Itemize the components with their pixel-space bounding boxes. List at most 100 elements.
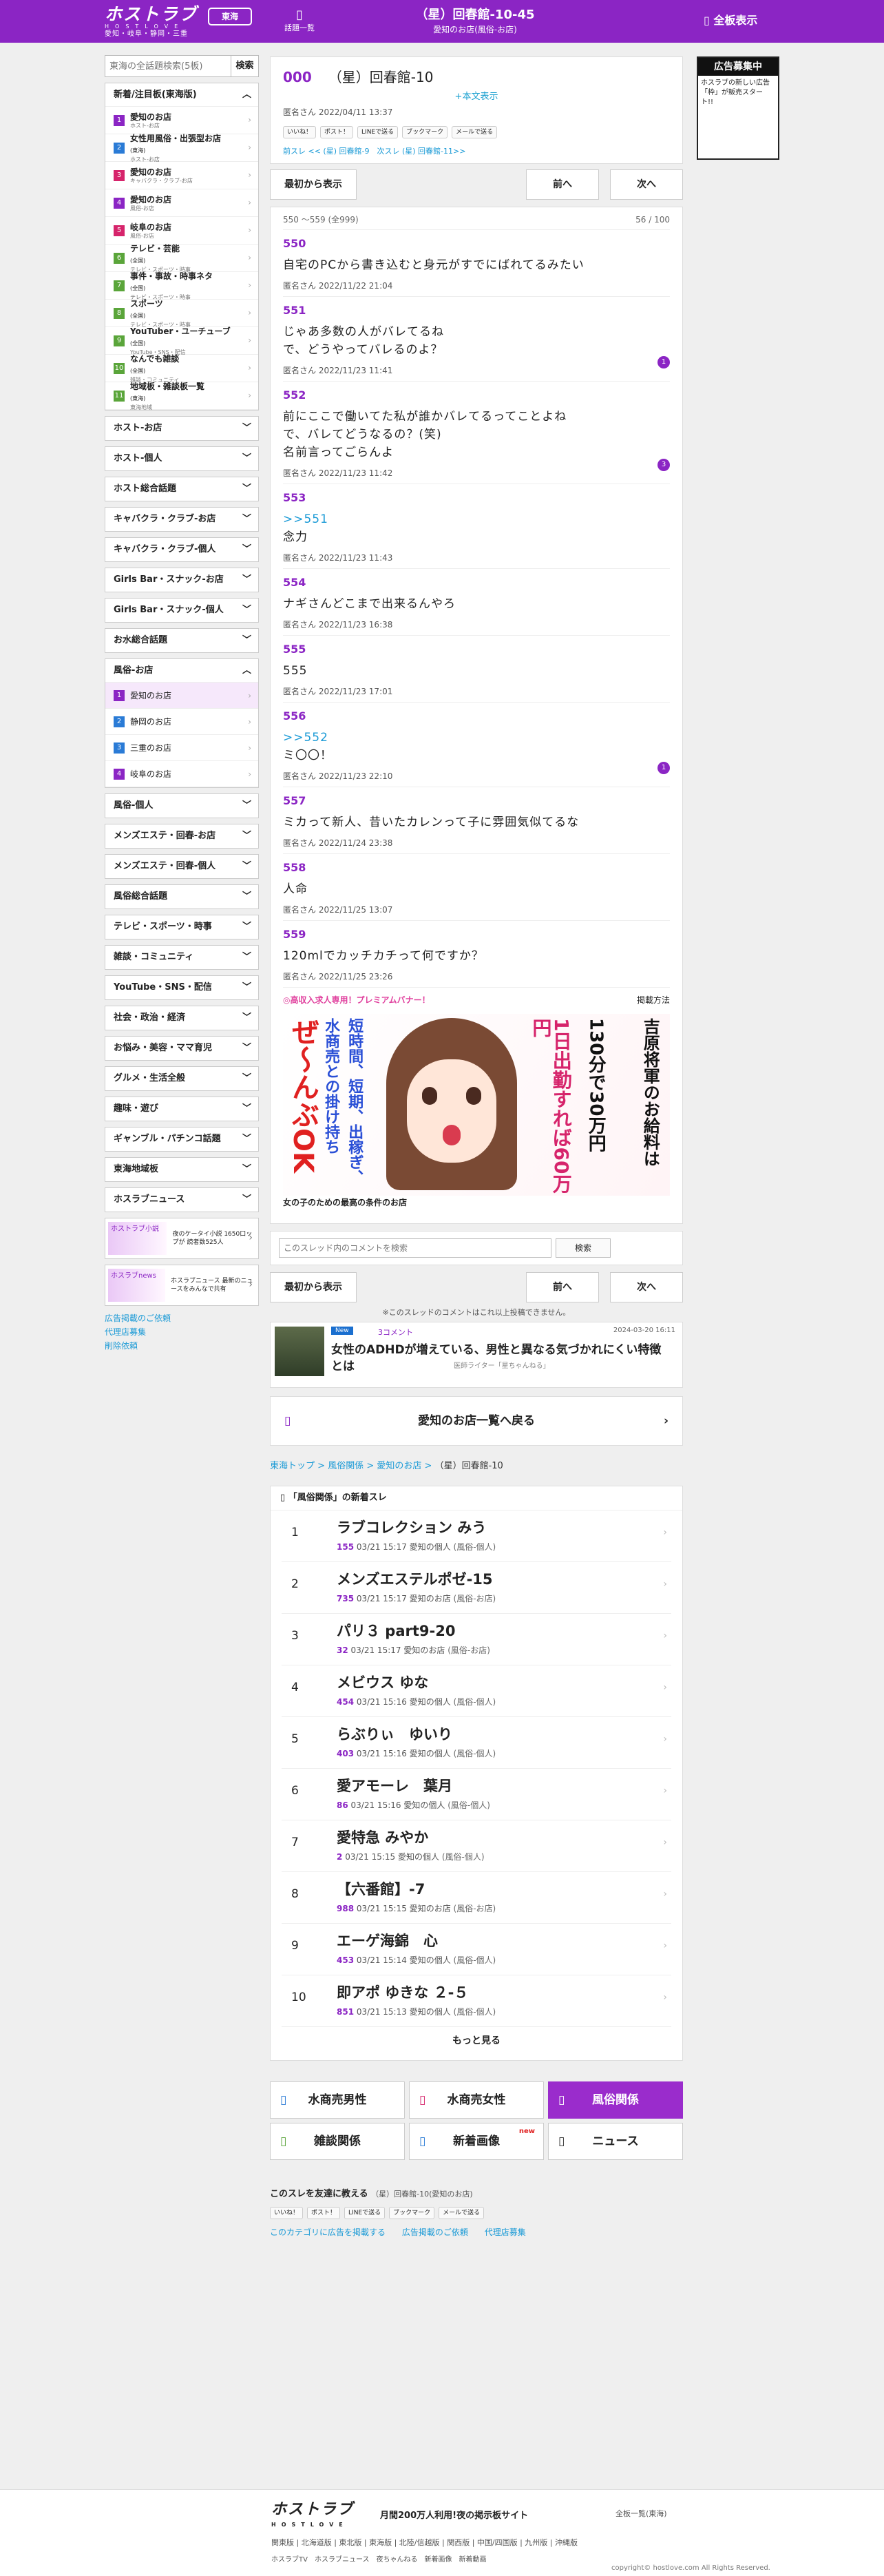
- reply-count-badge[interactable]: 1: [657, 356, 670, 368]
- ranking-item[interactable]: 9 エーゲ海錦 心 453 03/21 15:14 愛知の個人 (風俗-個人) ›: [282, 1924, 671, 1975]
- sidebar-item[interactable]: 9 YouTuber・ユーチューブ (全国) YouTube・SNS・配信 ›: [105, 326, 258, 355]
- post-number[interactable]: 557: [283, 793, 670, 809]
- area-button[interactable]: 東海: [208, 8, 252, 25]
- ad-request-link[interactable]: 広告掲載のご依頼: [402, 2227, 468, 2237]
- sidebar-item[interactable]: 6 テレビ・芸能 (全国) テレビ・スポーツ・時事 ›: [105, 244, 258, 273]
- section-header[interactable]: ホスト総合話題 ﹀: [105, 477, 258, 501]
- section-header[interactable]: Girls Bar・スナック-個人 ﹀: [105, 599, 258, 622]
- sidebar-item[interactable]: 3 愛知のお店 キャバクラ・クラブ-お店 ›: [105, 162, 258, 189]
- section-header[interactable]: Girls Bar・スナック-お店 ﹀: [105, 568, 258, 592]
- prev-button[interactable]: 前へ: [526, 169, 599, 200]
- ranking-item[interactable]: 10 即アポ ゆきな ２-５ 851 03/21 15:13 愛知の個人 (風俗-個…: [282, 1975, 671, 2027]
- category-button[interactable]: ▯ 風俗関係: [548, 2081, 683, 2119]
- section-header[interactable]: 社会・政治・経済 ﹀: [105, 1006, 258, 1030]
- first-page-button[interactable]: 最初から表示: [270, 169, 357, 200]
- ranking-item[interactable]: 5 らぶりぃ ゆいり 403 03/21 15:16 愛知の個人 (風俗-個人) ›: [282, 1717, 671, 1769]
- ad-request-link[interactable]: 広告掲載のご依頼: [105, 1311, 259, 1325]
- section-header[interactable]: ホスト-個人 ﹀: [105, 447, 258, 470]
- crumb-board[interactable]: 愛知のお店: [377, 1461, 421, 1471]
- section-header[interactable]: 風俗-お店 ︿: [105, 659, 258, 683]
- mail-button[interactable]: メールで送る: [452, 126, 498, 138]
- sidebar-item[interactable]: 4 愛知のお店 風俗-お店 ›: [105, 189, 258, 217]
- section-header[interactable]: お悩み・美容・ママ育児 ﹀: [105, 1037, 258, 1060]
- post-number[interactable]: 555: [283, 641, 670, 658]
- reply-anchor[interactable]: >>552: [283, 729, 670, 747]
- next-thread-link[interactable]: 次スレ (星) 回春館-11>>: [377, 147, 465, 156]
- footer-icon-links[interactable]: ホスラブTV ホスラブニュース 夜ちゃんねる 新着画像 新着動画: [271, 2553, 486, 2564]
- prev-button[interactable]: 前へ: [526, 1272, 599, 1302]
- back-to-list-button[interactable]: ▯ 愛知のお店一覧へ戻る ›: [270, 1396, 683, 1446]
- news-banner[interactable]: ホスラブnews ホスラブニュース 最新のニュースをみんなで共有 ›: [105, 1265, 259, 1306]
- section-header[interactable]: 趣味・遊び ﹀: [105, 1097, 258, 1121]
- topic-list-button[interactable]: ▯ 話題一覧: [279, 7, 320, 33]
- post-number[interactable]: 556: [283, 708, 670, 725]
- sidebar-item[interactable]: 5 岐阜のお店 風俗-お店 ›: [105, 217, 258, 245]
- category-button[interactable]: ▯ ニュース: [548, 2123, 683, 2160]
- sidebar-item[interactable]: 1 愛知のお店 ›: [105, 683, 258, 709]
- section-header[interactable]: グルメ・生活全般 ﹀: [105, 1067, 258, 1090]
- sidebar-item[interactable]: 8 スポーツ (全国) テレビ・スポーツ・時事 ›: [105, 299, 258, 328]
- section-header[interactable]: YouTube・SNS・配信 ﹀: [105, 976, 258, 999]
- agency-link[interactable]: 代理店募集: [485, 2227, 526, 2237]
- ranking-item[interactable]: 7 愛特急 みやか 2 03/21 15:15 愛知の個人 (風俗-個人) ›: [282, 1820, 671, 1872]
- board-switch-link[interactable]: 全板一覧(東海): [615, 2508, 667, 2519]
- ranking-item[interactable]: 2 メンズエステルポゼ-15 735 03/21 15:17 愛知のお店 (風俗-お…: [282, 1562, 671, 1614]
- next-button[interactable]: 次へ: [610, 1272, 683, 1302]
- sidebar-item[interactable]: 2 女性用風俗・出張型お店 (東海) ホスト-お店 ›: [105, 134, 258, 163]
- ranking-item[interactable]: 1 ラブコレクション みう 155 03/21 15:17 愛知の個人 (風俗-個人…: [282, 1510, 671, 1562]
- reply-anchor[interactable]: >>551: [283, 510, 670, 528]
- sidebar-search-input[interactable]: [105, 55, 231, 77]
- thread-search-input[interactable]: [279, 1238, 551, 1258]
- section-header[interactable]: テレビ・スポーツ・時事 ﹀: [105, 915, 258, 939]
- ranking-item[interactable]: 6 愛アモーレ 葉月 86 03/21 15:16 愛知の個人 (風俗-個人) ›: [282, 1769, 671, 1820]
- bookmark-button[interactable]: ブックマーク: [389, 2207, 435, 2219]
- reply-count-badge[interactable]: 1: [657, 762, 670, 774]
- first-page-button[interactable]: 最初から表示: [270, 1272, 357, 1302]
- section-header[interactable]: ホスト-お店 ﹀: [105, 417, 258, 440]
- sidebar-item[interactable]: 2 静岡のお店 ›: [105, 709, 258, 735]
- sidebar-item[interactable]: 7 事件・事故・時事ネタ (全国) テレビ・スポーツ・時事 ›: [105, 271, 258, 300]
- next-button[interactable]: 次へ: [610, 169, 683, 200]
- full-board-button[interactable]: ▯ 全板表示: [704, 11, 757, 28]
- footer-logo[interactable]: ホストラブ HOSTLOVE: [271, 2502, 354, 2533]
- side-ad[interactable]: 広告募集中 ホスラブの新しい広告「枠」が販売スタート!!: [697, 56, 779, 160]
- sidebar-item[interactable]: 1 愛知のお店 ホスト-お店 ›: [105, 107, 258, 134]
- ranking-item[interactable]: 3 パリ３ part9-20 32 03/21 15:17 愛知のお店 (風俗-お店…: [282, 1614, 671, 1665]
- line-button[interactable]: LINEで送る: [344, 2207, 386, 2219]
- section-header[interactable]: 雑談・コミュニティ ﹀: [105, 946, 258, 969]
- ranking-item[interactable]: 8 【六番館】-7 988 03/21 15:15 愛知のお店 (風俗-お店) ›: [282, 1872, 671, 1924]
- section-header[interactable]: 東海地域板 ﹀: [105, 1158, 258, 1181]
- delete-request-link[interactable]: 削除依頼: [105, 1339, 259, 1353]
- like-button[interactable]: いいね！: [270, 2207, 304, 2219]
- section-header[interactable]: 風俗総合話題 ﹀: [105, 885, 258, 908]
- section-header[interactable]: キャバクラ・クラブ-個人 ﹀: [105, 538, 258, 561]
- category-button[interactable]: ▯ 水商売女性: [409, 2081, 544, 2119]
- category-ad-link[interactable]: このカテゴリに広告を掲載する: [270, 2227, 386, 2237]
- novel-banner[interactable]: ホストラブ小説 夜のケータイ小説 1650口ップが 読者数525人 ›: [105, 1218, 259, 1259]
- section-header[interactable]: メンズエステ・回春-個人 ﹀: [105, 855, 258, 878]
- post-number[interactable]: 558: [283, 860, 670, 876]
- post-number[interactable]: 552: [283, 387, 670, 404]
- category-button[interactable]: ▯ 水商売男性: [270, 2081, 405, 2119]
- post-button[interactable]: ポスト！: [307, 2207, 341, 2219]
- sidebar-item[interactable]: 3 三重のお店 ›: [105, 735, 258, 761]
- more-button[interactable]: もっと見る: [271, 2027, 682, 2055]
- post-number[interactable]: 559: [283, 926, 670, 943]
- news-card[interactable]: New 3コメント 2024-03-20 16:11 女性のADHDが増えている…: [270, 1322, 683, 1388]
- section-header[interactable]: ホスラブニュース ﹀: [105, 1188, 258, 1212]
- agency-link[interactable]: 代理店募集: [105, 1325, 259, 1339]
- line-button[interactable]: LINEで送る: [357, 126, 399, 138]
- site-logo[interactable]: ホストラブ HOSTLOVE 愛知・岐阜・静岡・三重: [105, 6, 198, 39]
- bookmark-button[interactable]: ブックマーク: [402, 126, 448, 138]
- crumb-category[interactable]: 風俗関係: [328, 1461, 364, 1471]
- sidebar-item[interactable]: 11 地域板・雑談板一覧 (東海) 東海地域 ›: [105, 382, 258, 411]
- sidebar-item[interactable]: 4 岐阜のお店 ›: [105, 761, 258, 787]
- region-links[interactable]: 関東版 | 北海道版 | 東北版 | 東海版 | 北陸/信越版 | 関西版 | …: [271, 2537, 578, 2548]
- ad-method-link[interactable]: 掲載方法: [637, 992, 670, 1008]
- section-header[interactable]: メンズエステ・回春-お店 ﹀: [105, 824, 258, 848]
- prev-thread-link[interactable]: 前スレ << (星) 回春館-9: [283, 147, 369, 156]
- reply-count-badge[interactable]: 3: [657, 459, 670, 471]
- sidebar-search-button[interactable]: 検索: [231, 55, 259, 77]
- section-header[interactable]: キャバクラ・クラブ-お店 ﹀: [105, 508, 258, 531]
- mail-button[interactable]: メールで送る: [439, 2207, 485, 2219]
